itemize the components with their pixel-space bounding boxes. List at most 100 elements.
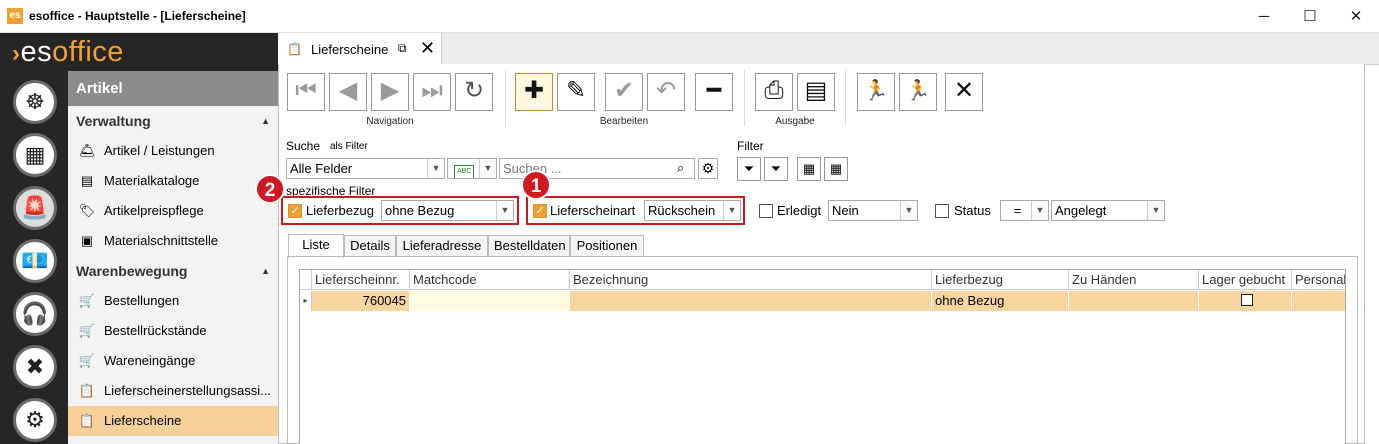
tab-lieferadresse[interactable]: Lieferadresse [396, 235, 488, 257]
popout-icon[interactable]: ⧉ [398, 41, 407, 56]
chevron-down-icon[interactable]: ▼ [1031, 201, 1048, 220]
status-select[interactable]: Angelegt ▼ [1051, 200, 1165, 221]
lieferbezug-checkbox[interactable]: ✓ [288, 204, 302, 218]
erledigt-select[interactable]: Nein ▼ [828, 200, 918, 221]
minimize-button[interactable]: ─ [1241, 0, 1287, 33]
cart-alert-icon: 🛒 [78, 323, 96, 338]
column-header-personal[interactable]: Personal [1292, 270, 1345, 290]
chevron-down-icon[interactable]: ▼ [723, 201, 740, 220]
chevron-down-icon[interactable]: ▼ [1147, 201, 1164, 220]
column-header-matchcode[interactable]: Matchcode [410, 270, 570, 290]
filter-label: Filter [737, 139, 764, 153]
sidebar-item-bestellungen[interactable]: 🛒 Bestellungen [68, 286, 278, 316]
tab-lieferscheine[interactable]: 📋 Lieferscheine ⧉ ✕ [278, 33, 442, 65]
chevron-down-icon[interactable]: ▼ [479, 159, 496, 178]
table-cell-lager-gebucht[interactable] [1199, 291, 1292, 311]
helm-icon[interactable]: ☸ [13, 80, 57, 124]
search-field-select[interactable]: Alle Felder ▼ [286, 158, 445, 179]
status-label: Status [954, 203, 991, 218]
maximize-button[interactable]: ☐ [1287, 0, 1333, 33]
lieferscheinart-select[interactable]: Rückschein ▼ [644, 200, 741, 221]
table-cell-lieferscheinnr[interactable]: 760045 [312, 291, 410, 311]
gear-icon[interactable]: ⚙ [698, 158, 718, 179]
sidebar-item-materialschnittstelle[interactable]: ▣ Materialschnittstelle [68, 226, 278, 256]
save-button[interactable]: ✔ [605, 73, 643, 111]
export-button[interactable]: ▤ [797, 73, 835, 111]
gears-icon[interactable]: ⚙ [13, 398, 57, 442]
tab-liste[interactable]: Liste [288, 234, 344, 258]
chevron-up-icon[interactable]: ▲ [261, 106, 270, 136]
refresh-button[interactable]: ↻ [455, 73, 493, 111]
print-button[interactable]: ⎙ [755, 73, 793, 111]
column-header-zu-haenden[interactable]: Zu Händen [1069, 270, 1199, 290]
catalog-icon[interactable]: ▦ [13, 133, 57, 177]
chevron-down-icon[interactable]: ▼ [900, 201, 917, 220]
table-cell-lieferbezug[interactable]: ohne Bezug [932, 291, 1069, 311]
sidebar-item-wareneingaenge[interactable]: 🛒 Wareneingänge [68, 346, 278, 376]
interface-icon: ▣ [80, 233, 94, 248]
search-mode-select[interactable]: ABC ▼ [447, 158, 497, 179]
erledigt-checkbox[interactable] [759, 204, 773, 218]
close-view-button[interactable]: ✕ [945, 73, 983, 111]
close-window-button[interactable]: ✕ [1333, 0, 1379, 33]
search-label: Suche [286, 139, 321, 153]
toolbar-separator [744, 70, 745, 126]
filter-grid-alt-icon[interactable]: ▦ [824, 157, 848, 181]
first-record-button[interactable]: ⏮ [287, 73, 325, 111]
sidebar-item-lieferscheine[interactable]: 📋 Lieferscheine [68, 406, 278, 436]
filter-grid-icon[interactable]: ▦ [797, 157, 821, 181]
sidebar-item-lieferscheinerstellungsassistent[interactable]: 📋 Lieferscheinerstellungsassi... [68, 376, 278, 406]
chevron-down-icon[interactable]: ▼ [427, 159, 444, 178]
callout-badge-1: 1 [521, 170, 551, 200]
lager-gebucht-checkbox[interactable] [1240, 294, 1253, 306]
tab-bestelldaten[interactable]: Bestelldaten [488, 235, 570, 257]
title-bar: es esoffice - Hauptstelle - [Lieferschei… [0, 0, 1379, 33]
column-header-lieferbezug[interactable]: Lieferbezug [932, 270, 1069, 290]
previous-record-button[interactable]: ◀ [329, 73, 367, 111]
edit-button[interactable]: ✎ [557, 73, 595, 111]
status-operator-select[interactable]: = ▼ [1000, 200, 1049, 221]
filter-icon[interactable]: ⏷ [737, 157, 761, 181]
chevron-up-icon[interactable]: ▲ [261, 256, 270, 286]
sidebar-item-bestellrueckstaende[interactable]: 🛒 Bestellrückstände [68, 316, 278, 346]
column-header-bezeichnung[interactable]: Bezeichnung [570, 270, 932, 290]
toolbar-separator [845, 70, 846, 126]
sidebar-item-artikelpreispflege[interactable]: 🏷 Artikelpreispflege [68, 196, 278, 226]
status-checkbox[interactable] [935, 204, 949, 218]
tools-icon[interactable]: ✖ [13, 345, 57, 389]
filter-edit-icon[interactable]: ⏷ [764, 157, 788, 181]
delivery-wizard-icon: 📋 [78, 383, 96, 398]
lieferscheinart-checkbox[interactable]: ✓ [533, 204, 547, 218]
table-cell-bezeichnung[interactable] [570, 291, 932, 311]
run-slow-button[interactable]: 🏃 [857, 73, 895, 111]
lieferscheinart-label: Lieferscheinart [550, 203, 636, 218]
column-header-lieferscheinnr[interactable]: Lieferscheinnr. [312, 270, 410, 290]
lieferbezug-select[interactable]: ohne Bezug ▼ [381, 200, 514, 221]
cart-icon: 🛒 [78, 293, 96, 308]
tab-positionen[interactable]: Positionen [570, 235, 644, 257]
tab-details[interactable]: Details [344, 235, 396, 257]
money-icon[interactable]: 💶 [13, 239, 57, 283]
section-verwaltung[interactable]: Verwaltung ▲ [68, 106, 278, 136]
chevron-down-icon[interactable]: ▼ [496, 201, 513, 220]
new-button[interactable]: ✚ [515, 73, 553, 111]
section-warenbewegung[interactable]: Warenbewegung ▲ [68, 256, 278, 286]
headset-icon[interactable]: 🎧 [13, 292, 57, 336]
table-cell-matchcode[interactable] [410, 291, 570, 311]
esoffice-app-icon[interactable]: es [7, 8, 23, 24]
data-grid[interactable]: Lieferscheinnr. Matchcode Bezeichnung Li… [299, 269, 1346, 444]
catalog-icon: ▤ [80, 173, 94, 188]
run-fast-button[interactable]: 🏃 [899, 73, 937, 111]
last-record-button[interactable]: ⏭ [413, 73, 451, 111]
sidebar-item-materialkataloge[interactable]: ▤ Materialkataloge [68, 166, 278, 196]
next-record-button[interactable]: ▶ [371, 73, 409, 111]
column-header-lager-gebucht[interactable]: Lager gebucht [1199, 270, 1292, 290]
close-tab-icon[interactable]: ✕ [420, 38, 435, 59]
table-cell-zu-haenden[interactable] [1069, 291, 1199, 311]
alarm-icon[interactable]: 🚨 [13, 186, 57, 230]
undo-button[interactable]: ↶ [647, 73, 685, 111]
table-cell-personal[interactable] [1292, 291, 1345, 311]
search-icon[interactable]: ⌕ [677, 160, 684, 176]
delete-button[interactable]: ━ [695, 73, 733, 111]
sidebar-item-artikel-leistungen[interactable]: 🛎 Artikel / Leistungen [68, 136, 278, 166]
